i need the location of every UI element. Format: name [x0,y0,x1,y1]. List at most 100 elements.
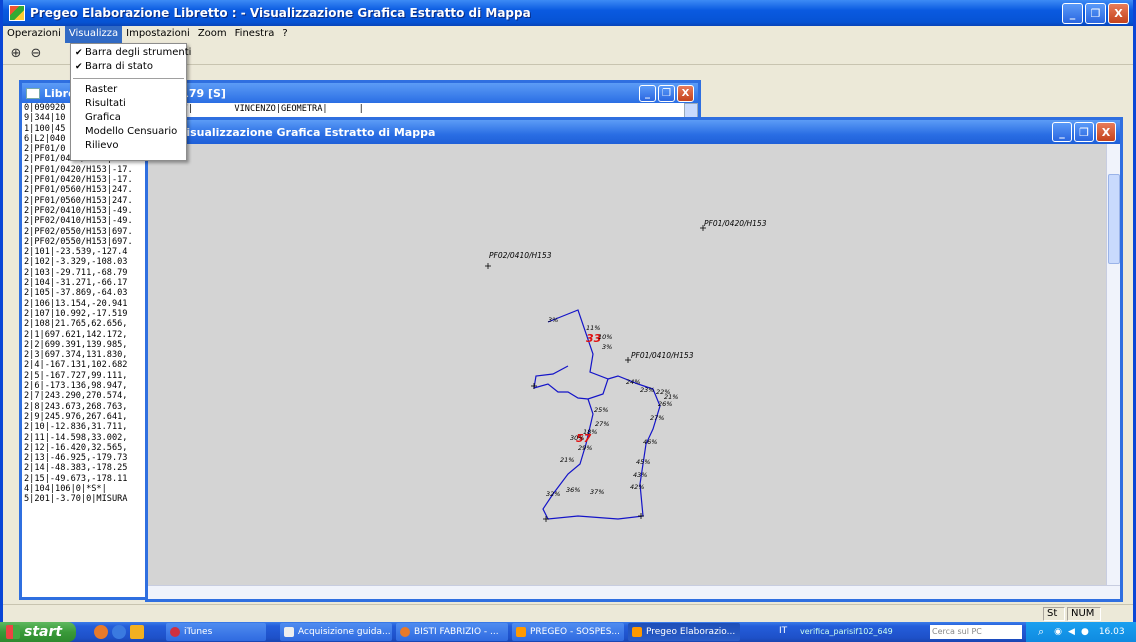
percentage-label: 43% [633,471,647,479]
libretto-line: 2|PF01/0420/H153|-17. [24,164,133,175]
map-drawing[interactable]: PF01/0420/H153 PF02/0410/H153 PF01/0410/… [148,144,1106,588]
libretto-line: 2|106|13.154,-20.941 [24,298,128,309]
libretto-text-area[interactable]: 0|090920 9|344|10 1|100|45 6|L2|040 2|PF01/0… [24,103,148,597]
menu-raster[interactable]: Raster [71,83,186,97]
percentage-label: 32% [546,490,560,498]
language-indicator[interactable]: IT [779,626,787,636]
pregeo-icon [516,627,526,637]
network-icon[interactable]: ◉ [1054,627,1062,637]
percentage-label: 18% [583,428,597,436]
label-pf02-0410: PF02/0410/H153 [489,251,552,260]
menu-help[interactable]: ? [278,26,291,43]
menu-finestra[interactable]: Finestra [231,26,279,43]
libretto-minimize-button[interactable]: _ [639,85,656,102]
status-bar: St NUM [3,604,1133,622]
clock[interactable]: 16.03 [1099,627,1125,637]
zoom-out-icon[interactable]: ⊖ [27,45,45,63]
system-tray: ⌕ ◉ ◀ ● 16.03 [1026,622,1136,642]
percentage-label: 27% [650,414,664,422]
libretto-line: 2|PF01/0420/H153|-17. [24,175,133,186]
task-bisti[interactable]: BISTI FABRIZIO - ... [396,623,508,641]
security-icon[interactable]: ● [1081,627,1089,637]
minimize-button[interactable]: _ [1062,3,1083,24]
mappa-minimize-button[interactable]: _ [1052,122,1072,142]
menu-zoom[interactable]: Zoom [194,26,231,43]
percentage-labels: 3%11%10%3%24%23% 22%21%26%27%25%27%18%30%… [546,316,678,498]
menu-risultati[interactable]: Risultati [71,97,186,111]
pregeo-quick-icon[interactable] [130,625,144,639]
checkmark-icon: ✔ [75,48,83,58]
search-icon[interactable]: ⌕ [1038,625,1044,639]
status-st: St [1043,607,1065,621]
start-button[interactable]: start [0,622,76,642]
main-title-bar[interactable]: Pregeo Elaborazione Libretto : - Visuali… [3,0,1133,26]
libretto-line: 2|5|-167.727,99.111, [24,370,128,381]
maximize-button[interactable]: ❐ [1085,3,1106,24]
close-button[interactable]: X [1108,3,1129,24]
mappa-maximize-button[interactable]: ❐ [1074,122,1094,142]
percentage-label: 26% [658,400,672,408]
menu-barra-strumenti[interactable]: ✔ Barra degli strumenti [71,46,191,60]
percentage-label: 10% [598,333,612,341]
status-num: NUM [1067,607,1101,621]
libretto-close-button[interactable]: X [677,85,694,102]
libretto-line: 2|PF02/0550/H153|697. [24,226,133,237]
label-pf01-0420: PF01/0420/H153 [704,219,767,228]
task-acquisizione[interactable]: Acquisizione guida... [280,623,392,641]
quick-launch [94,625,144,639]
task-pregeo-sospes[interactable]: PREGEO - SOSPES... [512,623,624,641]
zoom-in-icon[interactable]: ⊕ [7,45,25,63]
libretto-line: 2|9|245.976,267.641, [24,411,128,422]
menu-barra-stato[interactable]: ✔ Barra di stato [71,60,186,74]
percentage-label: 3% [548,316,558,324]
itunes-icon [170,627,180,637]
mappa-close-button[interactable]: X [1096,122,1116,142]
menu-modello-censuario[interactable]: Modello Censuario [71,125,186,139]
task-itunes[interactable]: iTunes [166,623,266,641]
percentage-label: 3% [602,343,612,351]
libretto-maximize-button[interactable]: ❐ [658,85,675,102]
label-pf01-0410: PF01/0410/H153 [631,351,694,360]
search-input[interactable]: Cerca sul PC [930,625,1022,639]
libretto-line: 2|104|-31.271,-66.17 [24,278,128,289]
libretto-line: 2|12|-16.420,32.565, [24,442,128,453]
main-window-title: Pregeo Elaborazione Libretto : - Visuali… [30,6,531,20]
menu-rilievo[interactable]: Rilievo [71,139,186,153]
percentage-label: 37% [590,488,604,496]
percentage-label: 42% [630,483,644,491]
libretto-line: 2|3|697.374,131.830, [24,350,128,361]
mappa-title-bar[interactable]: Visualizzazione Grafica Estratto di Mapp… [148,120,1120,144]
volume-icon[interactable]: ◀ [1068,627,1075,637]
libretto-line: 2|PF01/0560/H153|247. [24,195,133,206]
chrome-icon[interactable] [94,625,108,639]
menu-grafica[interactable]: Grafica [71,111,186,125]
libretto-line: 2|101|-23.539,-127.4 [24,247,128,258]
pregeo-icon [632,627,642,637]
pregeo-app-icon[interactable] [9,5,25,21]
map-vertical-scrollbar[interactable] [1106,144,1120,588]
parcel-polygon-lower [542,375,661,520]
menu-operazioni[interactable]: Operazioni [3,26,65,43]
libretto-row1-tail: 36,57| VINCENZO|GEOMETRA| | [162,104,364,114]
percentage-label: 29% [578,444,592,452]
libretto-line: 2|103|-29.711,-68.79 [24,267,128,278]
map-canvas[interactable]: PF01/0420/H153 PF02/0410/H153 PF01/0410/… [148,144,1106,588]
percentage-label: 36% [566,486,580,494]
windows-flag-icon [6,625,20,639]
pregeo-main-window: Pregeo Elaborazione Libretto : - Visuali… [0,0,1136,622]
libretto-line: 2|102|-3.329,-108.03 [24,257,128,268]
menu-visualizza[interactable]: Visualizza [64,26,123,43]
ie-icon[interactable] [112,625,126,639]
libretto-line: 2|1|697.621,142.172, [24,329,128,340]
percentage-label: 45% [636,458,650,466]
task-pregeo-elaborazione[interactable]: Pregeo Elaborazio... [628,623,740,641]
document-icon [284,627,294,637]
percentage-label: 27% [595,420,609,428]
checkmark-icon: ✔ [75,62,83,72]
libretto-line: 2|7|243.290,270.574, [24,391,128,402]
libretto-line: 2|105|-37.869,-64.03 [24,288,128,299]
menu-impostazioni[interactable]: Impostazioni [122,26,194,43]
map-horizontal-scrollbar[interactable] [148,585,1120,599]
map-scroll-thumb[interactable] [1108,174,1120,264]
percentage-label: 23% [640,386,654,394]
